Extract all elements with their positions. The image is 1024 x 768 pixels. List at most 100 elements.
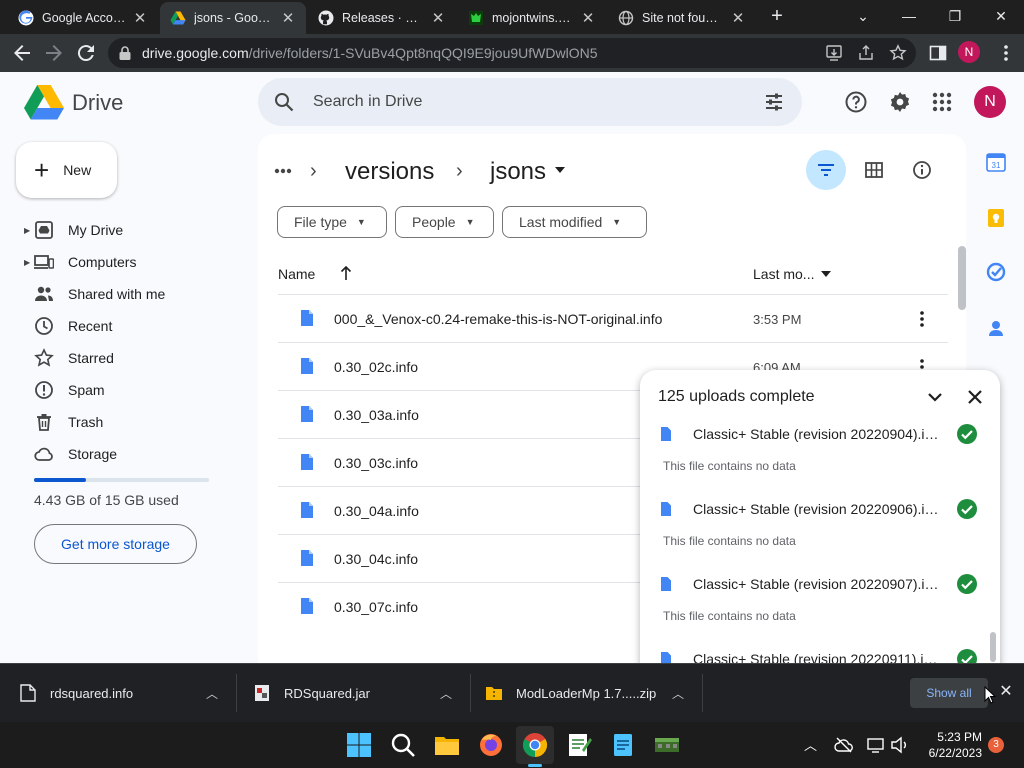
expand-caret-icon[interactable]: ▶ <box>24 258 34 267</box>
tab-site-not-found[interactable]: Site not found · GitHub Pages ✕ <box>608 2 756 34</box>
upload-detail: This file contains no data <box>663 609 796 623</box>
nav-item-trash[interactable]: Trash <box>24 406 234 438</box>
file-row[interactable]: 000_&_Venox-c0.24-remake-this-is-NOT-ori… <box>278 294 948 342</box>
more-actions-icon[interactable] <box>914 309 930 329</box>
nav-item-my-drive[interactable]: ▶ My Drive <box>24 214 234 246</box>
filter-button[interactable] <box>806 150 846 190</box>
upload-item[interactable]: Classic+ Stable (revision 20220907).info… <box>640 574 980 651</box>
download-item-rdsquared-jar[interactable]: RDSquared.jar ︿ <box>254 664 464 722</box>
chevron-up-icon[interactable]: ︿ <box>206 685 218 702</box>
install-app-icon[interactable] <box>825 44 843 62</box>
get-more-storage-button[interactable]: Get more storage <box>34 524 197 564</box>
upload-item[interactable]: Classic+ Stable (revision 20220906).info… <box>640 499 980 576</box>
nav-item-recent[interactable]: Recent <box>24 310 234 342</box>
tab-jsons-drive[interactable]: jsons - Google Drive ✕ <box>160 2 306 34</box>
close-icon[interactable]: ✕ <box>730 9 746 27</box>
info-icon[interactable] <box>912 160 932 180</box>
nav-item-shared-with-me[interactable]: Shared with me <box>24 278 234 310</box>
show-hidden-icons-chevron-icon[interactable]: ︿ <box>804 735 817 754</box>
download-item-modloadermp-zip[interactable]: ModLoaderMp 1.7.....zip ︿ <box>486 664 698 722</box>
breadcrumb-parent[interactable]: versions <box>345 158 434 186</box>
last-modified-filter-chip[interactable]: Last modified ▼ <box>502 206 647 238</box>
taskbar-search-icon[interactable] <box>388 730 418 760</box>
tasks-icon[interactable] <box>986 262 1006 282</box>
upload-item[interactable]: Classic+ Stable (revision 20220904).info… <box>640 424 980 501</box>
download-filename: rdsquared.info <box>50 685 134 701</box>
windows-start-icon[interactable] <box>344 730 374 760</box>
tab-google-account[interactable]: Google Account ✕ <box>8 2 158 34</box>
name-column-header[interactable]: Name <box>278 266 315 282</box>
account-avatar[interactable]: N <box>974 86 1006 118</box>
settings-gear-icon[interactable] <box>888 90 912 114</box>
close-icon[interactable]: ✕ <box>998 684 1014 700</box>
tab-releases[interactable]: Releases · MantleMC ✕ <box>308 2 456 34</box>
chevron-up-icon[interactable]: ︿ <box>672 685 684 702</box>
chrome-icon[interactable] <box>520 730 550 760</box>
nav-item-storage[interactable]: Storage <box>24 438 234 470</box>
reload-icon[interactable] <box>74 41 98 65</box>
file-explorer-icon[interactable] <box>432 730 462 760</box>
nav-item-spam[interactable]: Spam <box>24 374 234 406</box>
show-all-downloads-button[interactable]: Show all <box>910 678 988 708</box>
breadcrumb-current[interactable]: jsons <box>490 158 546 186</box>
mojontwins-icon <box>469 11 483 25</box>
notepad-icon[interactable] <box>608 730 638 760</box>
side-panel-icon[interactable] <box>929 44 947 62</box>
expand-caret-icon[interactable]: ▶ <box>24 226 34 235</box>
close-icon[interactable] <box>966 388 984 406</box>
sort-ascending-arrow-icon[interactable] <box>340 266 352 280</box>
new-tab-button[interactable]: + <box>766 6 788 28</box>
help-icon[interactable] <box>844 90 868 114</box>
notification-badge[interactable]: 3 <box>988 737 1004 753</box>
last-modified-column-header[interactable]: Last mo... <box>753 266 814 282</box>
nav-item-computers[interactable]: ▶ Computers <box>24 246 234 278</box>
people-filter-chip[interactable]: People ▼ <box>395 206 494 238</box>
collapse-chevron-icon[interactable] <box>926 388 944 406</box>
new-button[interactable]: + New <box>16 142 117 198</box>
drive-brand[interactable]: Drive <box>72 90 123 116</box>
chevron-up-icon[interactable]: ︿ <box>440 685 452 702</box>
drive-logo-icon[interactable] <box>24 84 64 120</box>
nav-item-starred[interactable]: Starred <box>24 342 234 374</box>
keep-icon[interactable] <box>986 208 1006 228</box>
file-list-scrollbar[interactable] <box>958 246 966 310</box>
notepad-plus-icon[interactable] <box>564 730 594 760</box>
kebab-menu-icon[interactable] <box>994 41 1018 65</box>
folder-menu-caret-icon[interactable] <box>555 167 565 173</box>
column-sort-caret-icon[interactable] <box>821 271 831 277</box>
apps-grid-icon[interactable] <box>930 90 954 114</box>
onedrive-cloud-icon[interactable] <box>834 735 854 755</box>
lock-icon[interactable] <box>118 45 132 61</box>
grid-view-icon[interactable] <box>864 160 884 180</box>
firefox-icon[interactable] <box>476 730 506 760</box>
profile-avatar[interactable]: N <box>958 41 980 63</box>
file-type-filter-chip[interactable]: File type ▼ <box>277 206 387 238</box>
more-breadcrumb-icon[interactable] <box>274 168 292 174</box>
tab-search-chevron-icon[interactable]: ⌄ <box>848 4 878 28</box>
close-icon[interactable]: ✕ <box>580 9 596 27</box>
share-icon[interactable] <box>857 44 875 62</box>
bookmark-star-icon[interactable] <box>889 44 907 62</box>
maximize-button[interactable]: ❐ <box>940 4 970 28</box>
volume-icon[interactable] <box>890 735 910 755</box>
back-icon[interactable] <box>10 41 34 65</box>
search-icon[interactable] <box>274 92 294 112</box>
close-icon[interactable]: ✕ <box>430 9 446 27</box>
search-box[interactable]: Search in Drive <box>258 78 802 126</box>
network-monitor-icon[interactable] <box>866 735 886 755</box>
forward-icon[interactable] <box>42 41 66 65</box>
address-bar[interactable]: drive.google.com/drive/folders/1-SVuBv4Q… <box>108 38 916 68</box>
system-clock[interactable]: 5:23 PM 6/22/2023 <box>916 729 982 761</box>
minimize-button[interactable]: — <box>894 4 924 28</box>
download-shelf: rdsquared.info ︿ RDSquared.jar ︿ ModLoad… <box>0 663 1024 722</box>
minecraft-launcher-icon[interactable] <box>652 730 682 760</box>
upload-list-scrollbar[interactable] <box>990 632 996 662</box>
search-options-icon[interactable] <box>764 92 784 112</box>
close-icon[interactable]: ✕ <box>132 9 148 27</box>
window-close-button[interactable]: ✕ <box>986 4 1016 28</box>
close-icon[interactable]: ✕ <box>280 9 296 27</box>
download-item-rdsquared-info[interactable]: rdsquared.info ︿ <box>20 664 232 722</box>
tab-mojontwins[interactable]: mojontwins.com ✕ <box>458 2 606 34</box>
contacts-icon[interactable] <box>986 318 1006 338</box>
calendar-icon[interactable]: 31 <box>986 152 1006 172</box>
